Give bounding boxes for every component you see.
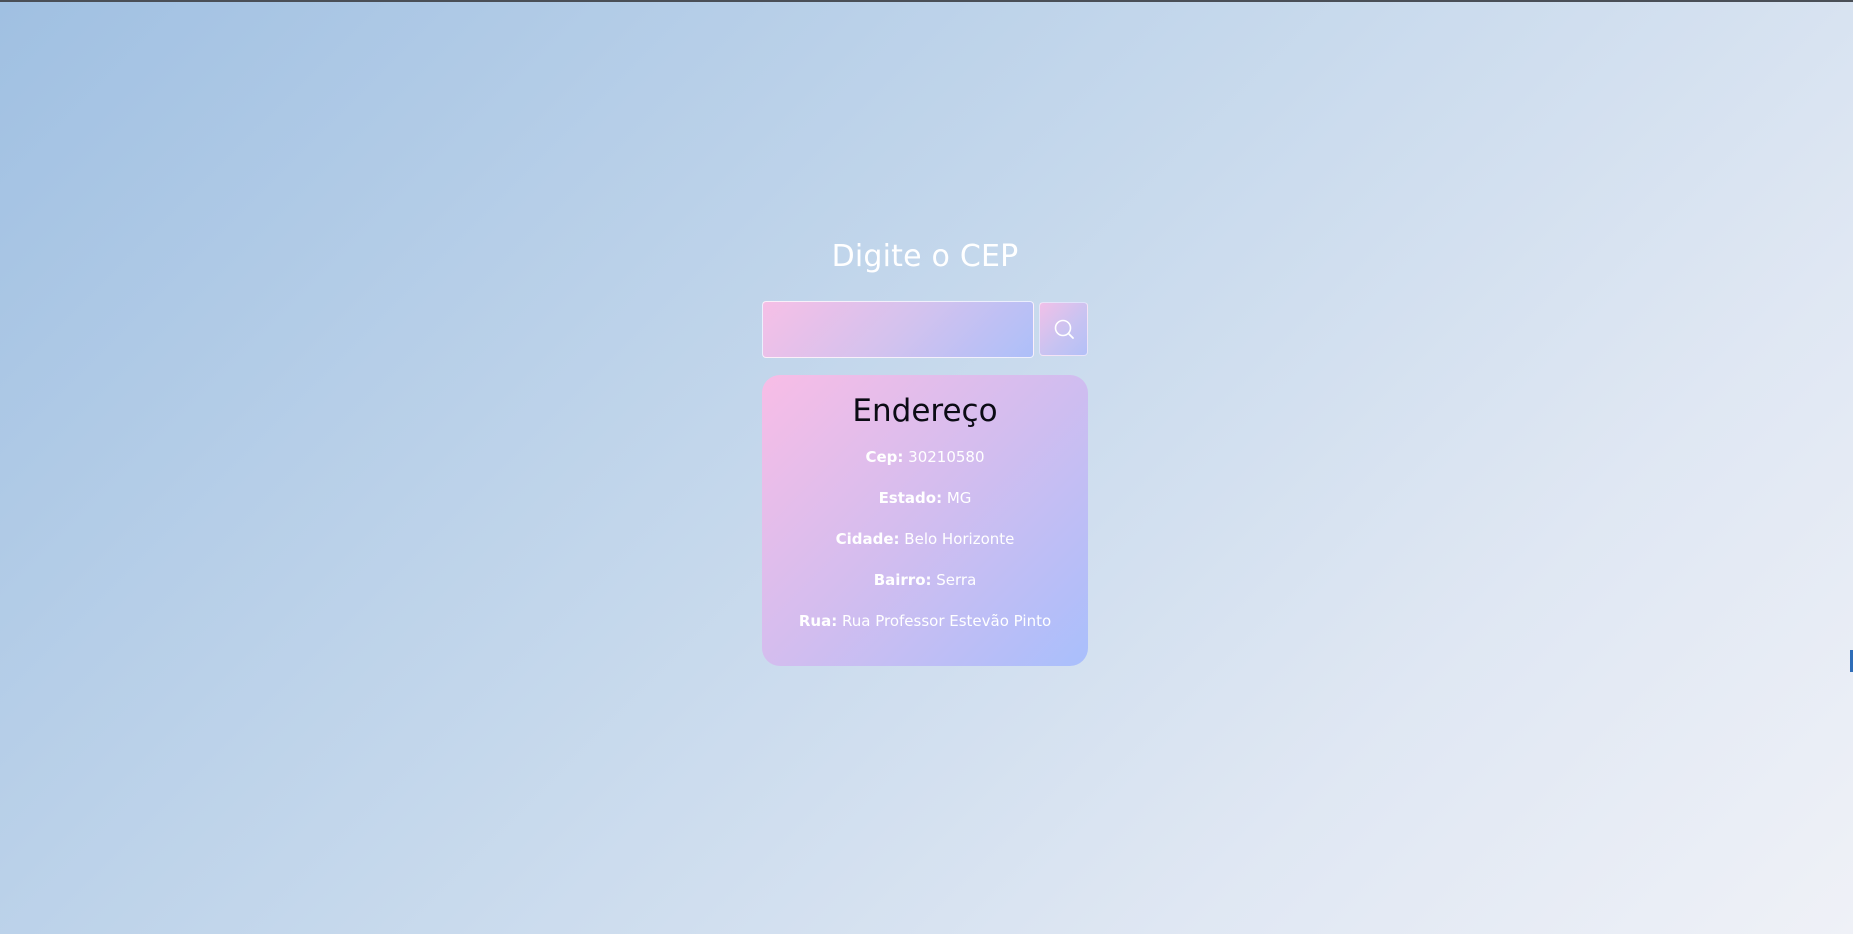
bairro-value: Serra xyxy=(936,571,977,589)
estado-line: Estado: MG xyxy=(762,487,1088,509)
rua-label: Rua: xyxy=(798,612,838,630)
estado-value: MG xyxy=(946,489,972,507)
cep-input[interactable] xyxy=(762,301,1034,358)
address-title: Endereço xyxy=(852,393,998,429)
cep-label: Cep: xyxy=(865,448,904,466)
rua-value: Rua Professor Estevão Pinto xyxy=(842,612,1052,630)
search-button[interactable] xyxy=(1039,302,1088,356)
cidade-line: Cidade: Belo Horizonte xyxy=(762,528,1088,550)
search-bar xyxy=(762,301,1088,358)
page-title: Digite o CEP xyxy=(831,239,1019,274)
cep-value: 30210580 xyxy=(908,448,985,466)
cidade-label: Cidade: xyxy=(835,530,900,548)
bairro-label: Bairro: xyxy=(873,571,932,589)
bairro-line: Bairro: Serra xyxy=(762,569,1088,591)
cidade-value: Belo Horizonte xyxy=(904,530,1015,548)
estado-label: Estado: xyxy=(878,489,943,507)
address-card: Endereço Cep: 30210580 Estado: MG Cidade… xyxy=(762,375,1088,666)
window-top-border xyxy=(0,0,1853,2)
rua-line: Rua: Rua Professor Estevão Pinto xyxy=(762,610,1088,632)
cep-line: Cep: 30210580 xyxy=(762,446,1088,468)
search-icon xyxy=(1052,317,1076,341)
